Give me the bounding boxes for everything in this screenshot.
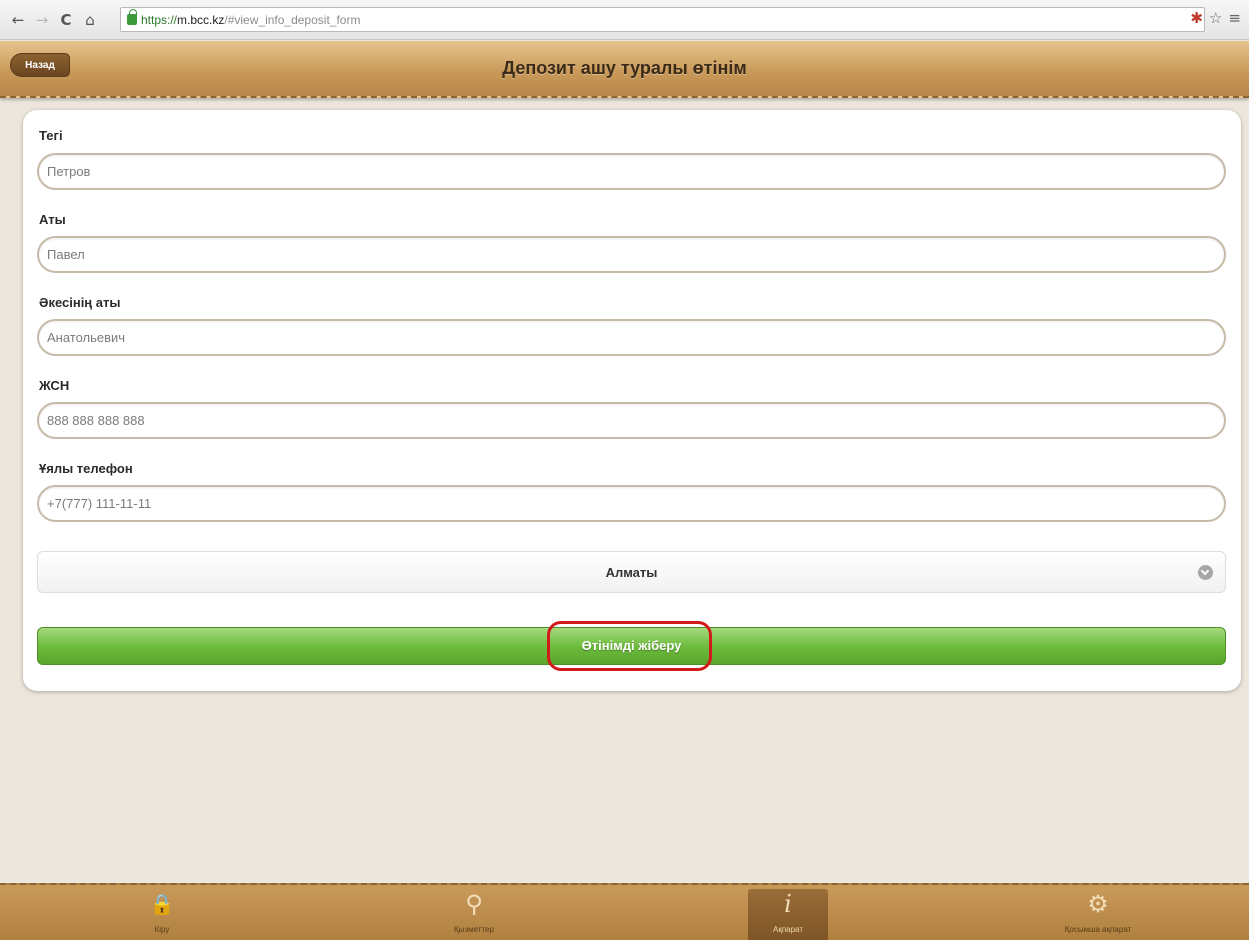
submit-application-button[interactable]: Өтінімді жіберу: [37, 627, 1226, 665]
tab-more[interactable]: ⚙ Қосымша ақпарат: [1058, 889, 1138, 940]
lock-icon: 🔒: [149, 892, 175, 916]
patronymic-field[interactable]: [37, 319, 1226, 356]
home-icon[interactable]: ⌂: [80, 10, 100, 30]
surname-label: Тегі: [39, 128, 63, 143]
surname-field[interactable]: [37, 153, 1226, 190]
gear-icon: ⚙: [1087, 890, 1109, 918]
chevron-down-icon: [1198, 565, 1213, 580]
phone-label: Ұялы телефон: [39, 461, 133, 476]
browser-menu-icon[interactable]: ≡: [1228, 9, 1241, 27]
city-select[interactable]: Алматы: [37, 551, 1226, 593]
city-select-value: Алматы: [605, 565, 658, 580]
url-scheme: https://: [141, 12, 178, 27]
ssl-lock-icon: [127, 9, 137, 25]
bottom-tab-bar: 🔒 Кіру ⚲ Қызметтер i Ақпарат ⚙ Қосымша а…: [0, 883, 1249, 940]
browser-actions: ✱ ☆ ≡: [1190, 9, 1241, 27]
info-icon: i: [784, 890, 792, 918]
tab-login[interactable]: 🔒 Кіру: [122, 889, 202, 940]
name-field[interactable]: [37, 236, 1226, 273]
extension-icon[interactable]: ✱: [1190, 9, 1203, 27]
tab-label: Ақпарат: [772, 925, 803, 934]
tab-label: Қосымша ақпарат: [1064, 925, 1132, 934]
tab-label: Кіру: [154, 925, 170, 934]
name-label: Аты: [39, 212, 66, 227]
iin-field[interactable]: [37, 402, 1226, 439]
app-header: Назад Депозит ашу туралы өтінім: [0, 41, 1249, 98]
address-bar[interactable]: https:// m.bcc.kz /#view_info_deposit_fo…: [120, 7, 1205, 32]
patronymic-label: Әкесінің аты: [39, 295, 121, 310]
deposit-form: Тегі Аты Әкесінің аты ЖСН Ұялы телефон А…: [23, 110, 1241, 691]
phone-field[interactable]: [37, 485, 1226, 522]
map-pin-icon: ⚲: [465, 890, 483, 918]
reload-icon[interactable]: C: [56, 10, 76, 30]
forward-arrow-icon[interactable]: →: [32, 10, 52, 30]
page-title: Депозит ашу туралы өтінім: [502, 58, 747, 78]
tab-label: Қызметтер: [454, 925, 494, 934]
bookmark-star-icon[interactable]: ☆: [1209, 9, 1222, 27]
tab-info[interactable]: i Ақпарат: [748, 889, 828, 940]
back-arrow-icon[interactable]: ←: [8, 10, 28, 30]
browser-toolbar: ← → C ⌂ https:// m.bcc.kz /#view_info_de…: [0, 0, 1249, 40]
iin-label: ЖСН: [39, 378, 70, 393]
url-host: m.bcc.kz: [177, 12, 225, 27]
url-path: /#view_info_deposit_form: [224, 12, 361, 27]
tab-services[interactable]: ⚲ Қызметтер: [434, 889, 514, 940]
